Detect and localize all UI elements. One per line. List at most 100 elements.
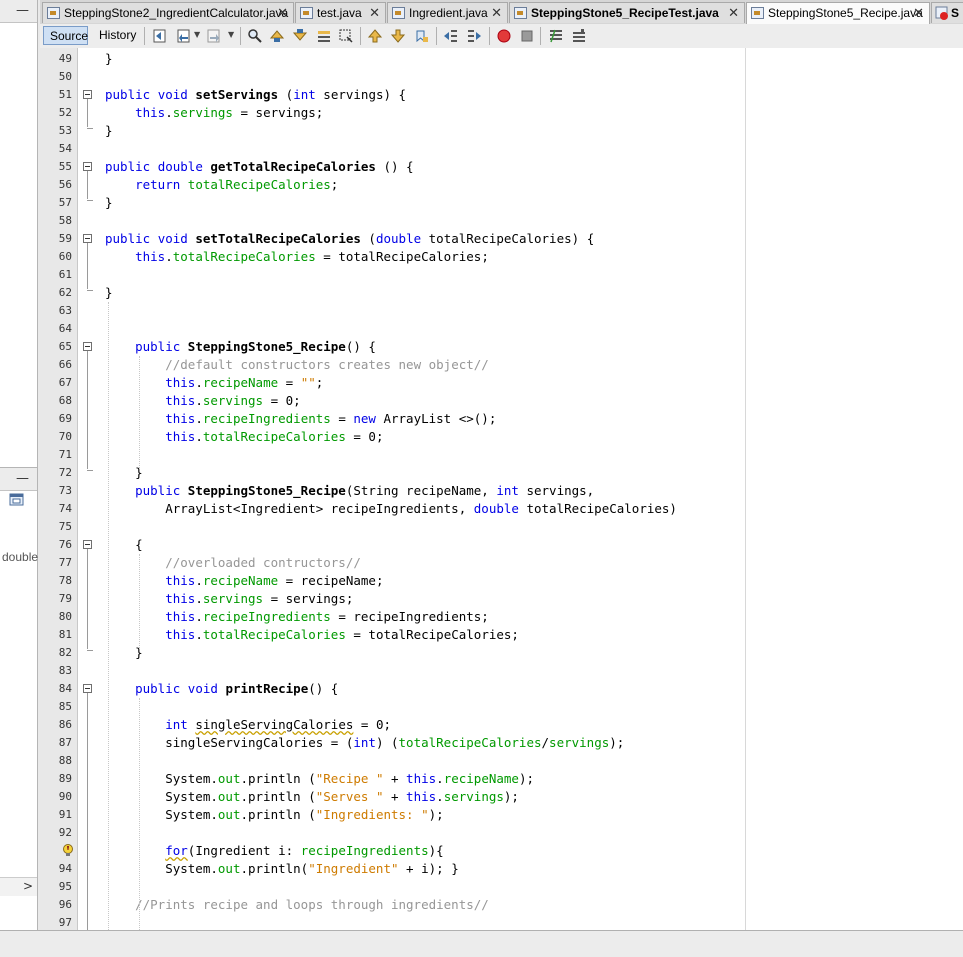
history-button[interactable]: History bbox=[93, 26, 139, 45]
code-line[interactable]: this.servings = servings; bbox=[105, 104, 323, 122]
line-number: 53 bbox=[58, 124, 72, 137]
indent-guide bbox=[139, 356, 140, 468]
code-line[interactable]: public void printRecipe() { bbox=[105, 680, 338, 698]
stop-macro-recording-icon[interactable] bbox=[519, 28, 535, 44]
shift-line-left-icon[interactable] bbox=[443, 28, 459, 44]
back-dropdown-icon[interactable]: ▼ bbox=[194, 30, 200, 39]
close-icon[interactable]: ✕ bbox=[913, 5, 924, 21]
forward-dropdown-icon[interactable]: ▼ bbox=[228, 30, 234, 39]
line-number: 72 bbox=[58, 466, 72, 479]
tab-test-java[interactable]: test.java ✕ bbox=[295, 2, 386, 23]
code-line[interactable]: public void setServings (int servings) { bbox=[105, 86, 406, 104]
right-margin-line bbox=[745, 48, 746, 930]
code-line[interactable]: } bbox=[105, 50, 113, 68]
editor-tab-bar: SteppingStone2_IngredientCalculator.java… bbox=[40, 0, 963, 25]
code-line[interactable]: int singleServingCalories = 0; bbox=[105, 716, 391, 734]
code-line[interactable]: //overloaded contructors// bbox=[105, 554, 361, 572]
fold-end bbox=[87, 470, 93, 471]
code-line[interactable]: { bbox=[105, 536, 143, 554]
toolbar-separator bbox=[360, 27, 361, 45]
close-icon[interactable]: ✕ bbox=[277, 5, 288, 21]
line-number: 78 bbox=[58, 574, 72, 587]
code-line[interactable]: } bbox=[105, 644, 143, 662]
code-line[interactable]: this.totalRecipeCalories = 0; bbox=[105, 428, 383, 446]
previous-bookmark-icon[interactable] bbox=[367, 28, 383, 44]
close-icon[interactable]: ✕ bbox=[728, 5, 739, 21]
code-line[interactable]: ArrayList<Ingredient> recipeIngredients,… bbox=[105, 500, 677, 518]
code-line[interactable]: this.recipeIngredients = new ArrayList <… bbox=[105, 410, 496, 428]
warning-hint-icon[interactable] bbox=[62, 844, 74, 856]
fold-guide bbox=[87, 351, 88, 469]
back-icon[interactable] bbox=[176, 28, 192, 44]
fold-toggle-icon[interactable] bbox=[83, 540, 92, 549]
fold-toggle-icon[interactable] bbox=[83, 90, 92, 99]
code-line[interactable]: return totalRecipeCalories; bbox=[105, 176, 338, 194]
code-line[interactable]: System.out.println ("Recipe " + this.rec… bbox=[105, 770, 534, 788]
toggle-rectangular-selection-icon[interactable] bbox=[338, 28, 354, 44]
code-line[interactable]: } bbox=[105, 122, 113, 140]
code-line[interactable]: this.recipeName = recipeName; bbox=[105, 572, 383, 590]
code-line[interactable]: for(Ingredient i: recipeIngredients){ bbox=[105, 842, 443, 860]
last-edit-icon[interactable] bbox=[152, 28, 168, 44]
shift-line-right-icon[interactable] bbox=[466, 28, 482, 44]
find-previous-icon[interactable] bbox=[269, 28, 285, 44]
line-number: 68 bbox=[58, 394, 72, 407]
code-line[interactable]: public SteppingStone5_Recipe(String reci… bbox=[105, 482, 594, 500]
code-line[interactable]: //default constructors creates new objec… bbox=[105, 356, 489, 374]
code-line[interactable]: public SteppingStone5_Recipe() { bbox=[105, 338, 376, 356]
toolbar-separator bbox=[240, 27, 241, 45]
code-line[interactable]: this.recipeIngredients = recipeIngredien… bbox=[105, 608, 489, 626]
code-editor[interactable]: } public void setServings (int servings) … bbox=[40, 48, 963, 930]
fold-toggle-icon[interactable] bbox=[83, 234, 92, 243]
code-line[interactable]: this.totalRecipeCalories = totalRecipeCa… bbox=[105, 626, 519, 644]
line-number: 76 bbox=[58, 538, 72, 551]
start-macro-recording-icon[interactable] bbox=[496, 28, 512, 44]
code-line[interactable]: public void setTotalRecipeCalories (doub… bbox=[105, 230, 594, 248]
comment-icon[interactable] bbox=[548, 28, 564, 44]
code-line[interactable]: } bbox=[105, 464, 143, 482]
fold-end bbox=[87, 290, 93, 291]
line-number: 58 bbox=[58, 214, 72, 227]
source-button[interactable]: Source bbox=[43, 26, 88, 45]
fold-toggle-icon[interactable] bbox=[83, 342, 92, 351]
java-file-icon bbox=[751, 7, 764, 19]
indent-guide bbox=[108, 302, 109, 930]
minimize-icon[interactable]: — bbox=[16, 3, 29, 18]
tab-steppingstone2-ingredientcalculator[interactable]: SteppingStone2_IngredientCalculator.java… bbox=[42, 2, 294, 23]
fold-toggle-icon[interactable] bbox=[83, 162, 92, 171]
line-number: 71 bbox=[58, 448, 72, 461]
code-line[interactable]: public double getTotalRecipeCalories () … bbox=[105, 158, 414, 176]
find-next-icon[interactable] bbox=[292, 28, 308, 44]
line-number: 81 bbox=[58, 628, 72, 641]
code-line[interactable]: this.recipeName = ""; bbox=[105, 374, 323, 392]
code-line[interactable]: System.out.println("Ingredient" + i); } bbox=[105, 860, 459, 878]
scroll-right-icon[interactable]: > bbox=[23, 879, 33, 893]
code-line[interactable]: System.out.println ("Ingredients: "); bbox=[105, 806, 443, 824]
fold-toggle-icon[interactable] bbox=[83, 684, 92, 693]
toggle-highlight-icon[interactable] bbox=[316, 28, 332, 44]
code-line[interactable]: System.out.println ("Serves " + this.ser… bbox=[105, 788, 519, 806]
horizontal-scrollbar[interactable]: > bbox=[0, 877, 37, 896]
code-line[interactable]: singleServingCalories = (int) (totalReci… bbox=[105, 734, 624, 752]
uncomment-icon[interactable] bbox=[571, 28, 587, 44]
close-icon[interactable]: ✕ bbox=[369, 5, 380, 21]
tab-steppingstone5-recipetest[interactable]: SteppingStone5_RecipeTest.java ✕ bbox=[509, 2, 745, 23]
next-bookmark-icon[interactable] bbox=[390, 28, 406, 44]
tab-steppingstone5-recipe[interactable]: SteppingStone5_Recipe.java ✕ bbox=[746, 2, 930, 24]
code-line[interactable]: this.servings = servings; bbox=[105, 590, 353, 608]
toggle-bookmark-icon[interactable] bbox=[414, 28, 430, 44]
forward-icon[interactable] bbox=[206, 28, 222, 44]
code-line[interactable]: //Prints recipe and loops through ingred… bbox=[105, 896, 489, 914]
navigator-view-icon[interactable] bbox=[9, 492, 25, 508]
tab-ingredient-java[interactable]: Ingredient.java ✕ bbox=[387, 2, 508, 23]
code-line[interactable]: this.totalRecipeCalories = totalRecipeCa… bbox=[105, 248, 489, 266]
code-line[interactable]: this.servings = 0; bbox=[105, 392, 301, 410]
code-line[interactable]: } bbox=[105, 194, 113, 212]
line-number: 92 bbox=[58, 826, 72, 839]
code-line[interactable]: } bbox=[105, 284, 113, 302]
tab-overflow[interactable]: S bbox=[931, 2, 963, 23]
minimize-icon[interactable]: — bbox=[16, 471, 29, 486]
find-icon[interactable] bbox=[247, 28, 263, 44]
close-icon[interactable]: ✕ bbox=[491, 5, 502, 21]
editor-toolbar: Source History ▼ ▼ bbox=[40, 24, 963, 49]
